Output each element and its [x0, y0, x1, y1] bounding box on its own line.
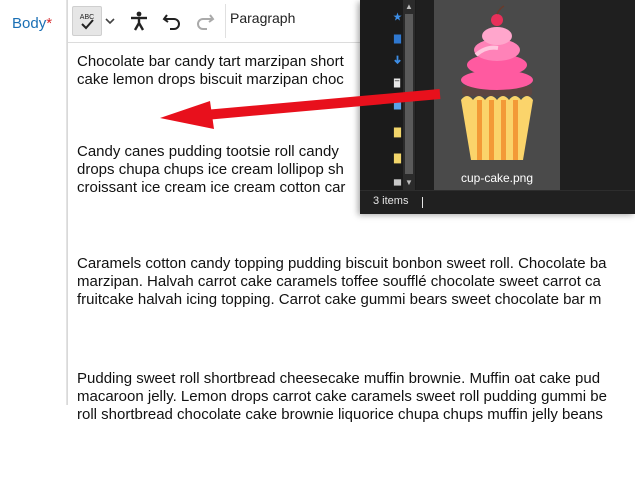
navigation-scrollbar[interactable]: ▲ ▼: [403, 0, 415, 190]
file-explorer-window[interactable]: ▲ ▼ cup-cake.png 3 items: [360, 0, 635, 214]
required-marker: *: [46, 15, 53, 32]
file-item-cupcake[interactable]: cup-cake.png: [434, 0, 560, 190]
paragraph-line: Candy canes pudding tootsie roll candy: [77, 143, 339, 160]
accessibility-button[interactable]: [124, 6, 154, 36]
paragraph-line: Chocolate bar candy tart marzipan short: [77, 53, 344, 70]
status-separator: [422, 197, 423, 208]
item-count-text: 3 items: [373, 195, 409, 207]
spellcheck-icon: ABC: [80, 14, 94, 30]
explorer-status-bar: 3 items: [360, 190, 635, 214]
drive-icon: [393, 179, 402, 186]
paragraph-line: marzipan. Halvah carrot cake caramels to…: [77, 273, 601, 290]
redo-icon: [197, 14, 215, 30]
body-field-label: Body*: [12, 15, 52, 32]
body-label-text: Body: [12, 15, 47, 32]
paragraph-line: Caramels cotton candy topping pudding bi…: [77, 255, 607, 272]
image-icon: [393, 100, 402, 110]
redo-button[interactable]: [190, 6, 220, 36]
scroll-down-arrow[interactable]: ▼: [404, 178, 414, 188]
desktop-icon: [393, 34, 402, 44]
file-list-pane: cup-cake.png: [416, 0, 635, 190]
paragraph-line: drops chupa chups ice cream lollipop sh: [77, 161, 344, 178]
chevron-down-icon: [105, 18, 115, 25]
undo-icon: [162, 14, 180, 30]
field-label-column: Body*: [0, 0, 67, 405]
file-name-label: cup-cake.png: [460, 171, 534, 185]
document-icon: [393, 78, 401, 88]
paragraph-line: macaroon jelly. Lemon drops carrot cake …: [77, 388, 607, 405]
navigation-pane: ▲ ▼: [360, 0, 416, 190]
undo-button[interactable]: [157, 6, 187, 36]
download-icon: [394, 55, 401, 65]
cupcake-image: [461, 5, 533, 160]
paragraph-line: cake lemon drops biscuit marzipan choc: [77, 71, 344, 88]
paragraph-line: Pudding sweet roll shortbread cheesecake…: [77, 370, 601, 387]
folder-icon: [393, 153, 402, 164]
paragraph-3: Caramels cotton candy topping pudding bi…: [77, 255, 635, 309]
scroll-up-arrow[interactable]: ▲: [404, 2, 414, 12]
accessibility-icon: [131, 11, 147, 31]
star-icon: [393, 12, 402, 21]
folder-icon: [393, 127, 402, 138]
paragraph-line: roll shortbread chocolate cake brownie l…: [77, 406, 603, 423]
paragraph-line: croissant ice cream ice cream cotton car: [77, 179, 346, 196]
scroll-thumb[interactable]: [405, 14, 413, 174]
spellcheck-dropdown-button[interactable]: [101, 6, 119, 36]
spellcheck-button[interactable]: ABC: [72, 6, 102, 36]
paragraph-4: Pudding sweet roll shortbread cheesecake…: [77, 370, 635, 424]
paragraph-line: fruitcake halvah icing topping. Carrot c…: [77, 291, 602, 308]
block-format-select[interactable]: Paragraph: [230, 10, 295, 26]
toolbar-separator: [225, 4, 226, 38]
